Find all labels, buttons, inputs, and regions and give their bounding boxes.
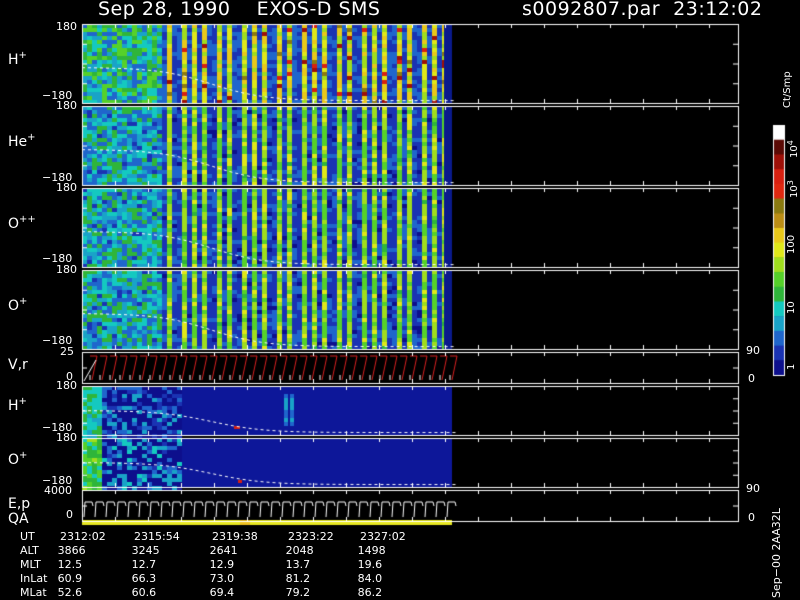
panel-label-ep: E,p	[8, 496, 31, 512]
panel-label-h-plus-2: H+	[8, 396, 27, 414]
axis-max: 180	[56, 263, 77, 276]
table-cell: 2319:38	[212, 530, 258, 543]
table-cell: 2327:02	[360, 530, 406, 543]
axis-max: 25	[60, 345, 74, 358]
table-cell: 12.5	[57, 558, 83, 571]
panel-label-o-plus-2: O+	[8, 450, 28, 468]
table-cell: 19.6	[357, 558, 383, 571]
table-cell: 3866	[57, 544, 86, 557]
panel-label-he-plus: He+	[8, 132, 36, 150]
axis-max: 4000	[44, 484, 72, 497]
axis-max: 180	[56, 431, 77, 444]
table-row-label: UT	[20, 530, 35, 543]
colorbar-tick-10000: 104	[786, 140, 800, 158]
axis-max: 180	[56, 20, 77, 33]
right-axis-min: 0	[748, 511, 755, 524]
table-cell: 60.9	[57, 572, 83, 585]
table-cell: 73.0	[209, 572, 235, 585]
table-row-label: MLat	[20, 586, 47, 599]
axis-max: 180	[56, 379, 77, 392]
right-axis-max: 90	[746, 344, 760, 357]
table-cell: 69.4	[209, 586, 235, 599]
colorbar-tick-1: 1	[786, 363, 797, 370]
table-cell: 86.2	[357, 586, 383, 599]
colorbar-units: Ct/Smp	[782, 71, 793, 108]
table-cell: 84.0	[357, 572, 383, 585]
colorbar-tick-100: 100	[786, 234, 797, 254]
table-cell: 12.9	[209, 558, 235, 571]
panel-label-h-plus-1: H+	[8, 50, 27, 68]
panel-label-vr: V,r	[8, 357, 28, 373]
table-cell: 3245	[131, 544, 160, 557]
table-cell: 13.7	[285, 558, 311, 571]
plot-title: Sep 28, 1990 EXOS-D SMS	[98, 0, 381, 20]
table-cell: 12.7	[131, 558, 157, 571]
file-label: s0092807.par 23:12:02	[522, 0, 763, 20]
colorbar-tick-10: 10	[786, 301, 797, 314]
footer-note: Sep−00 2AA32L	[770, 508, 783, 598]
table-cell: 2315:54	[134, 530, 180, 543]
right-axis-max: 90	[746, 482, 760, 495]
table-cell: 52.6	[57, 586, 83, 599]
table-cell: 2312:02	[60, 530, 106, 543]
table-row-label: InLat	[20, 572, 48, 585]
panel-label-o-plusplus: O++	[8, 214, 36, 232]
table-cell: 2641	[209, 544, 238, 557]
right-axis-min: 0	[748, 372, 755, 385]
axis-max: 180	[56, 99, 77, 112]
axis-max: 180	[56, 181, 77, 194]
panel-label-o-plus-1: O+	[8, 296, 28, 314]
spectrogram-canvas	[0, 0, 800, 600]
table-cell: 1498	[357, 544, 386, 557]
qa-label: QA	[8, 511, 29, 527]
colorbar-tick-1000: 103	[786, 180, 800, 198]
table-row-label: ALT	[20, 544, 39, 557]
table-row-label: MLT	[20, 558, 41, 571]
axis-min: 0	[66, 508, 73, 521]
table-cell: 2048	[285, 544, 314, 557]
table-cell: 2323:22	[288, 530, 334, 543]
table-cell: 60.6	[131, 586, 157, 599]
table-cell: 79.2	[285, 586, 311, 599]
table-cell: 81.2	[285, 572, 311, 585]
table-cell: 66.3	[131, 572, 157, 585]
